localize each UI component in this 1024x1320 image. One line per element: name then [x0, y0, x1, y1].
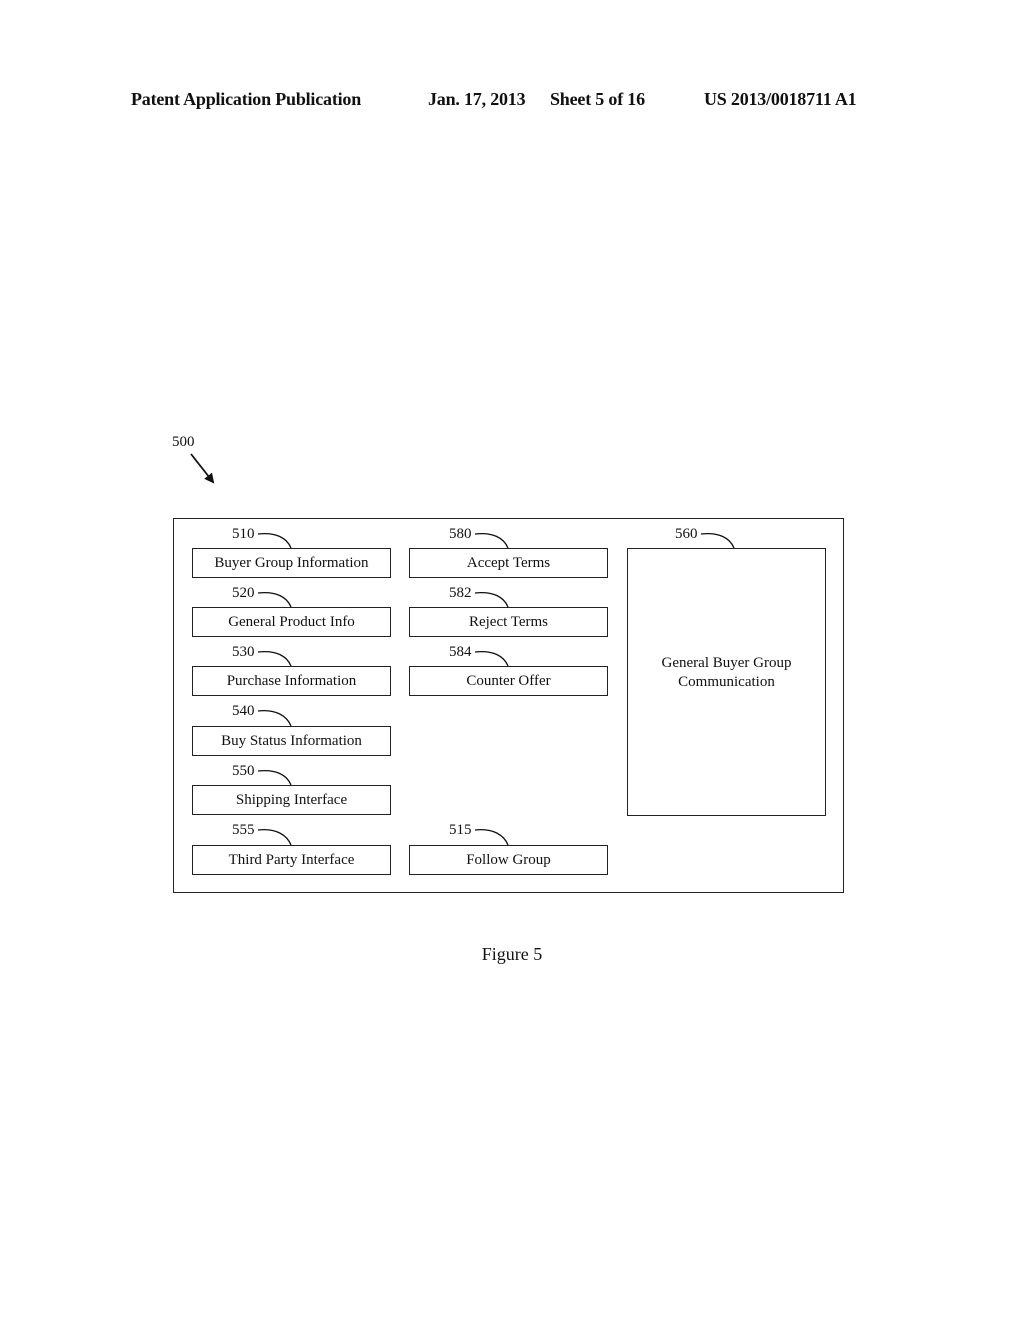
box-label: Reject Terms: [468, 613, 549, 630]
patent-number: US 2013/0018711 A1: [704, 89, 857, 109]
ref-label-520: 520: [232, 585, 255, 601]
box-label: Third Party Interface: [228, 851, 355, 868]
follow-group-button[interactable]: Follow Group: [409, 845, 608, 875]
box-label: Counter Offer: [466, 672, 551, 689]
ref-label-580: 580: [449, 526, 472, 542]
figure-ref-label: 500: [172, 434, 195, 450]
box-label: General Product Info: [228, 613, 355, 630]
ref-label-582: 582: [449, 585, 472, 601]
buy-status-information-button[interactable]: Buy Status Information: [192, 726, 391, 756]
patent-header: Patent Application Publication Jan. 17, …: [0, 89, 1024, 113]
panel-label: General Buyer Group Communication: [661, 655, 792, 690]
ref-label-530: 530: [232, 644, 255, 660]
box-label: Accept Terms: [466, 554, 551, 571]
publication-date: Jan. 17, 2013: [428, 89, 526, 109]
counter-offer-button[interactable]: Counter Offer: [409, 666, 608, 696]
box-label: Buy Status Information: [221, 732, 362, 749]
box-label: Purchase Information: [226, 672, 357, 689]
box-label: Shipping Interface: [235, 791, 348, 808]
ref-label-540: 540: [232, 703, 255, 719]
sheet-number: Sheet 5 of 16: [550, 89, 645, 109]
general-product-info-button[interactable]: General Product Info: [192, 607, 391, 637]
ref-label-555: 555: [232, 822, 255, 838]
third-party-interface-button[interactable]: Third Party Interface: [192, 845, 391, 875]
ref-label-515: 515: [449, 822, 472, 838]
box-label: Follow Group: [466, 851, 551, 868]
ref-label-510: 510: [232, 526, 255, 542]
ref-label-560: 560: [675, 526, 698, 542]
figure-arrow-icon: [190, 453, 215, 484]
ref-label-584: 584: [449, 644, 472, 660]
ref-label-550: 550: [232, 763, 255, 779]
publication-title: Patent Application Publication: [131, 89, 362, 109]
figure-caption: Figure 5: [481, 944, 543, 964]
box-label: Buyer Group Information: [214, 554, 369, 571]
shipping-interface-button[interactable]: Shipping Interface: [192, 785, 391, 815]
general-buyer-group-communication-panel[interactable]: General Buyer Group Communication: [627, 548, 826, 816]
purchase-information-button[interactable]: Purchase Information: [192, 666, 391, 696]
reject-terms-button[interactable]: Reject Terms: [409, 607, 608, 637]
accept-terms-button[interactable]: Accept Terms: [409, 548, 608, 578]
buyer-group-information-button[interactable]: Buyer Group Information: [192, 548, 391, 578]
